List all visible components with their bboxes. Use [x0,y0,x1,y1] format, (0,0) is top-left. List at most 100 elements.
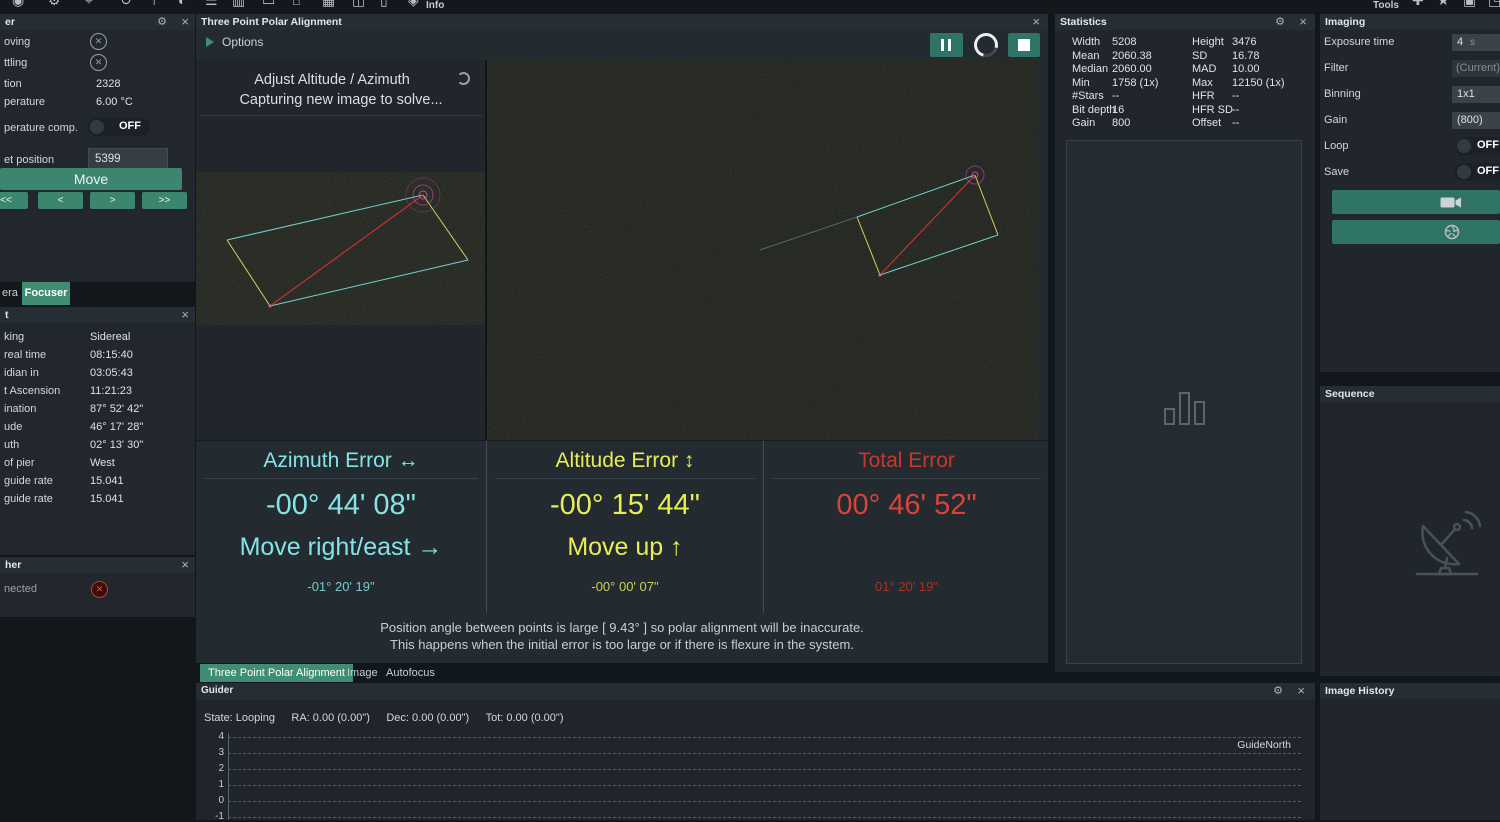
azimuth-move-direction: Move right/east → [196,533,486,562]
export-icon[interactable]: ◳ [1488,0,1500,9]
toggle-knob [1457,139,1471,153]
close-icon[interactable]: × [181,307,189,323]
altitude-error-value: -00° 15' 44" [487,489,763,522]
satellite-dish-icon [1407,498,1487,578]
imaging-chart-icon[interactable]: ▥ [232,0,245,9]
sequence-panel: Sequence [1320,386,1500,676]
exposure-time-label: Exposure time [1324,36,1394,48]
gear-icon[interactable]: ⚙ [157,15,167,29]
guider-panel-title: Guider [201,685,233,696]
gear-icon[interactable]: ⚙ [1275,15,1285,29]
statistics-panel-title: Statistics [1060,16,1107,28]
dome-icon[interactable]: ⌂ [292,0,300,8]
crop-icon[interactable]: ▣ [1463,0,1476,9]
tppa-panel-header: Three Point Polar Alignment × [196,14,1048,30]
close-icon[interactable]: × [181,557,189,573]
tab-camera[interactable]: era [2,287,18,299]
platesolve-icon[interactable]: ⌖ [85,0,93,9]
filter-select[interactable]: (Current) [1452,60,1500,77]
total-error-value: 00° 46' 52" [764,489,1049,522]
y-axis-tick: 4 [204,731,224,742]
divider [204,478,478,479]
move-right-button[interactable]: > [90,192,135,209]
close-icon[interactable]: × [181,14,189,30]
temperature-value: 6.00 °C [96,96,133,108]
gridline [228,817,1301,818]
info-label[interactable]: Info [426,0,444,11]
exposure-time-input[interactable]: 4 s [1452,34,1500,51]
switch-icon[interactable]: ▯ [380,0,388,9]
shield-icon[interactable]: ◈ [408,0,419,9]
y-axis-tick: 2 [204,763,224,774]
save-toggle[interactable]: OFF [1455,163,1500,181]
telescope-panel-header: t × [0,307,195,323]
gain-input[interactable]: (800) [1452,112,1500,129]
binning-select[interactable]: 1x1 [1452,86,1500,103]
guide-north-legend: GuideNorth [1231,739,1291,751]
guider-status-line: State: Looping RA: 0.00 (0.00") Dec: 0.0… [204,708,576,726]
divider [495,478,755,479]
total-error-header: Total Error [764,449,1049,473]
temp-comp-toggle[interactable]: OFF [88,118,150,136]
weather-panel: her × nected ✕ [0,557,195,617]
platesolve-overlay [486,60,1038,440]
weather-panel-title: her [5,559,21,571]
histogram-area[interactable] [1066,140,1302,664]
start-liveview-button[interactable] [1332,190,1500,214]
equipment-icon[interactable]: ⚙ [48,0,61,9]
close-icon[interactable]: × [1297,683,1305,699]
altitude-error-column: Altitude Error ↕ -00° 15' 44" Move up ↑ … [486,440,763,613]
y-axis-tick: 3 [204,747,224,758]
options-label[interactable]: Options [222,35,263,49]
move-fast-right-button[interactable]: >> [142,192,187,209]
loop-toggle[interactable]: OFF [1455,137,1500,155]
stop-icon [1018,39,1030,51]
guider-tot: Tot: 0.00 (0.00") [486,712,564,724]
divider [772,478,1041,479]
focus-icon[interactable]: ◫ [352,0,365,9]
tab-three-point-polar-alignment[interactable]: Three Point Polar Alignment [200,664,353,682]
star-icon[interactable]: ★ [1437,0,1450,9]
take-exposure-button[interactable] [1332,220,1500,244]
gear-icon[interactable]: ⚙ [1273,684,1283,698]
pause-button[interactable] [930,33,963,57]
options-expander[interactable] [206,37,214,47]
sequence-panel-header: Sequence [1320,386,1500,402]
tab-autofocus[interactable]: Autofocus [380,664,441,682]
tools-label[interactable]: Tools [1373,0,1399,11]
flatpanel-icon[interactable]: ▭ [262,0,275,9]
wand-icon[interactable]: ✚ [1412,0,1424,9]
stop-button[interactable] [1008,33,1040,57]
gain-value: (800) [1457,114,1483,126]
tab-focuser[interactable]: Focuser [22,282,70,305]
statistics-panel-header: Statistics ⚙ × [1055,14,1315,30]
move-button[interactable]: Move [0,168,182,190]
altitude-error-secondary: -00° 00' 07" [487,579,763,594]
nina-app: { "toolbar": { "info_label": "Info", "to… [0,0,1500,820]
target-position-input[interactable]: 5399 [88,148,168,170]
filterwheel-icon[interactable]: ▦ [322,0,335,9]
guider-icon[interactable]: ⍑ [150,0,158,9]
platesolve-overlay [196,60,486,440]
tab-image[interactable]: Image [341,664,384,682]
filter-placeholder: (Current) [1456,62,1500,74]
moving-label: oving [4,36,30,48]
close-icon[interactable]: × [1032,14,1040,30]
sequence-list-icon[interactable]: ☰ [205,0,218,9]
guider-dec: Dec: 0.00 (0.00") [386,712,469,724]
camera-icon[interactable]: ◉ [12,0,24,9]
move-fast-left-button[interactable]: << [0,192,28,209]
move-left-button[interactable]: < [38,192,83,209]
guider-panel-header: Guider ⚙ × [196,683,1315,700]
gain-label: Gain [1324,114,1347,126]
flatwizard-icon[interactable]: ◐ [178,0,186,8]
dock-tabs: Three Point Polar Alignment Image Autofo… [196,663,1048,683]
close-icon[interactable]: × [1299,14,1307,30]
sequence-panel-title: Sequence [1325,388,1375,400]
gridline [228,737,1301,738]
position-label: tion [4,78,22,90]
rotator-icon[interactable]: ↻ [120,0,132,9]
y-axis-tick: 1 [204,779,224,790]
focuser-panel: er ⚙ × oving ✕ ttling ✕ tion 2328 peratu… [0,14,195,282]
disconnected-icon: ✕ [91,581,108,598]
